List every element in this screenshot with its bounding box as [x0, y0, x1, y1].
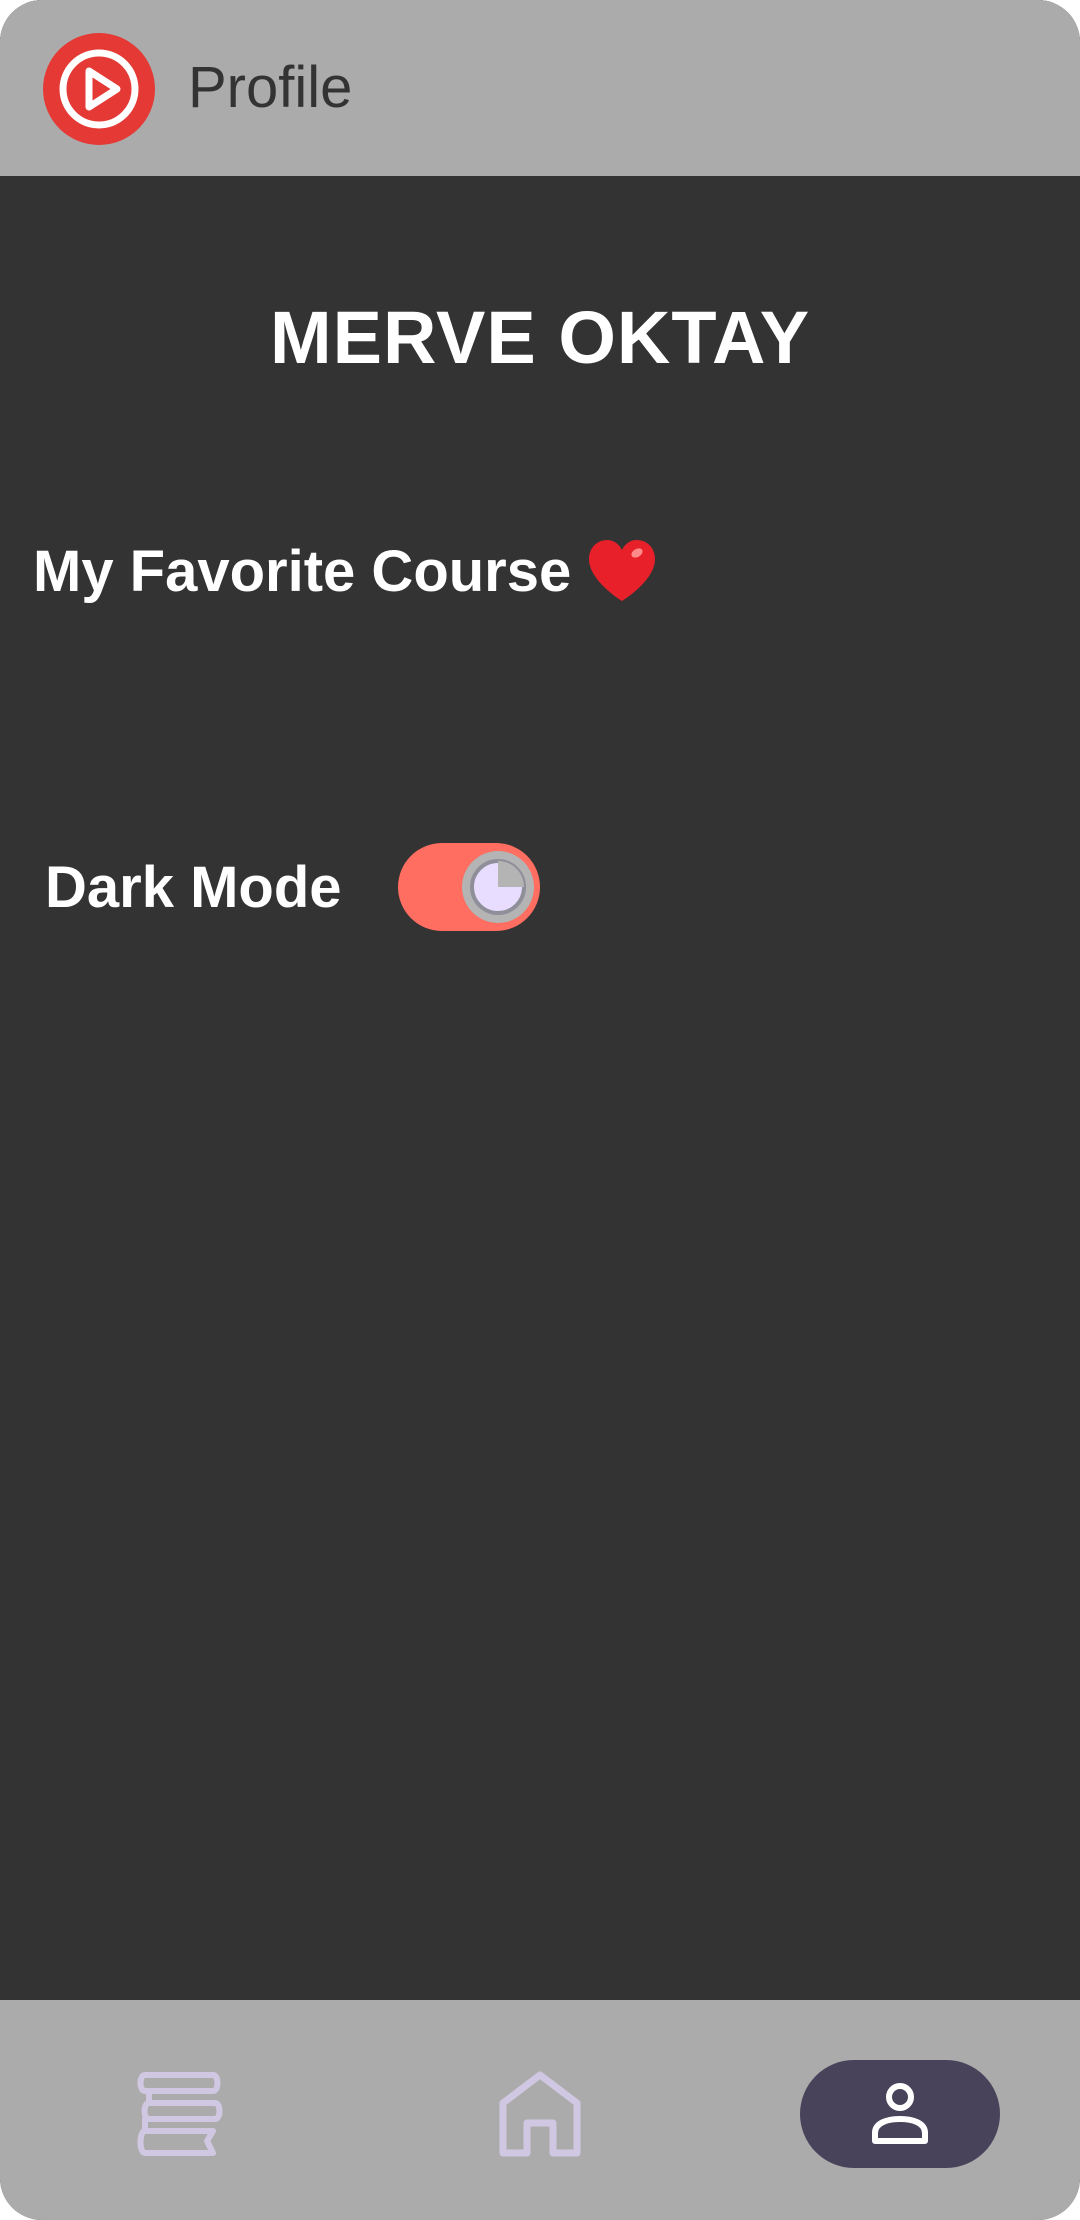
page-title: Profile — [188, 55, 353, 120]
favorite-course-row[interactable]: My Favorite Course — [33, 535, 659, 607]
favorite-course-label: My Favorite Course — [33, 538, 572, 604]
stacked-books-icon — [137, 2072, 223, 2156]
phone-screen: Profile MERVE OKTAY My Favorite Course D… — [0, 0, 1080, 2220]
nav-home[interactable] — [460, 2060, 620, 2168]
person-icon — [872, 2083, 928, 2144]
dark-mode-row: Dark Mode — [45, 842, 540, 932]
user-name: MERVE OKTAY — [269, 296, 811, 379]
home-icon — [499, 2071, 581, 2157]
toggle-thumb — [461, 851, 534, 923]
moon-icon — [469, 859, 526, 915]
dark-mode-toggle[interactable] — [397, 843, 540, 931]
app-bar: Profile — [0, 0, 1080, 176]
play-logo-icon — [43, 33, 155, 145]
heart-icon — [589, 540, 656, 601]
bottom-navigation — [0, 2000, 1080, 2220]
dark-mode-label: Dark Mode — [45, 854, 342, 920]
nav-courses[interactable] — [100, 2060, 260, 2168]
nav-profile[interactable] — [800, 2060, 1000, 2168]
